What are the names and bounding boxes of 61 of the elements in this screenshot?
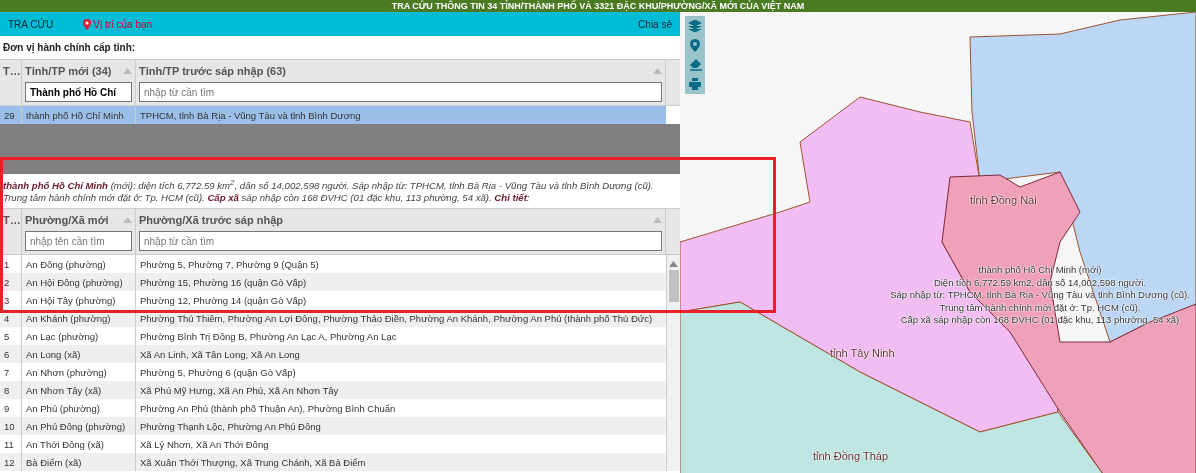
- scroll-thumb[interactable]: [668, 270, 679, 303]
- filter-field[interactable]: nhập tên cần tìm: [25, 231, 132, 252]
- table-cell: 6: [0, 345, 22, 364]
- map-region-label: tỉnh Tây Ninh: [830, 347, 895, 359]
- section-label: Đơn vị hành chính cấp tỉnh:: [2, 41, 137, 56]
- table-cell-text: Xã An Linh, Xã Tân Long, Xã An Long: [139, 347, 301, 362]
- table-cell-text: Phường 12, Phường 14 (quận Gò Vấp): [139, 293, 308, 308]
- scroll-up-icon[interactable]: [669, 261, 678, 268]
- table-cell: An Hội Đông (phường): [22, 273, 136, 292]
- column-header[interactable]: Phường/Xã trước sáp nhập: [139, 214, 284, 227]
- table-cell: An Phú Đông (phường): [22, 417, 136, 436]
- table-cell-text: Phường Thủ Thiêm, Phường An Lợi Đông, Phường Thảo Điền, Phường An Khánh, Phường An Phú (thành phố Thủ Đức): [139, 311, 654, 326]
- table-row[interactable]: 10 An Phú Đông (phường) Phường Thạnh Lộc, Phường An Phú Đông: [0, 417, 666, 436]
- table-cell-text: Phường 5, Phường 6 (quận Gò Vấp): [139, 365, 297, 380]
- map-popup-line: Trung tâm hành chính mới đặt ở: Tp. HCM (cũ).: [939, 301, 1141, 314]
- table-cell: 2: [0, 273, 22, 292]
- table-row[interactable]: 29 thành phố Hồ Chí Minh TPHCM, tỉnh Bà Rịa - Vũng Tàu và tỉnh Bình Dương: [0, 106, 666, 124]
- table-cell-text: Phường 15, Phường 16 (quận Gò Vấp): [139, 275, 308, 290]
- print-icon[interactable]: [689, 78, 701, 90]
- app-title: TRA CỨU THÔNG TIN 34 TỈNH/THÀNH PHỐ VÀ 3321 ĐẶC KHU/PHƯỜNG/XÃ MỚI CỦA VIỆT NAM: [391, 0, 805, 12]
- eraser-icon[interactable]: [688, 59, 702, 71]
- search-tab[interactable]: TRA CỨU: [8, 18, 54, 30]
- table-row[interactable]: 6 An Long (xã) Xã An Linh, Xã Tân Long, Xã An Long: [0, 345, 666, 364]
- map-region-label: tỉnh Đồng Tháp: [813, 450, 889, 462]
- map-pin-icon: [83, 18, 92, 30]
- table-cell-text: Phường 5, Phường 7, Phường 9 (Quận 5): [139, 257, 320, 272]
- table-cell: 10: [0, 417, 22, 436]
- map-region-label: tỉnh Đồng Nai: [970, 194, 1037, 206]
- filter-field[interactable]: nhập từ cần tìm: [139, 82, 662, 102]
- share-link[interactable]: Chia sẻ: [638, 18, 672, 30]
- table-cell: 4: [0, 309, 22, 328]
- column-header[interactable]: T…: [3, 65, 21, 77]
- table-cell: thành phố Hồ Chí Minh: [22, 106, 136, 124]
- table-cell-text: TPHCM, tỉnh Bà Rịa - Vũng Tàu và tỉnh Bình Dương: [139, 108, 362, 123]
- table-cell: 12: [0, 453, 22, 472]
- layers-icon[interactable]: [689, 20, 701, 32]
- map-drawing[interactable]: [680, 12, 1196, 473]
- table-cell: 29: [0, 106, 22, 124]
- filter-field[interactable]: nhập từ cần tìm: [139, 231, 662, 252]
- table-cell-text: Xã Phú Mỹ Hưng, Xã An Phú, Xã An Nhơn Tây: [139, 383, 340, 398]
- map-pin-icon[interactable]: [690, 39, 700, 52]
- table-cell: Bà Điểm (xã): [22, 453, 136, 472]
- table-cell: An Long (xã): [22, 345, 136, 364]
- table-cell-text: Phường An Phú (thành phố Thuận An), Phường Bình Chuẩn: [139, 401, 397, 416]
- table-cell-text: Phường Thạnh Lộc, Phường An Phú Đông: [139, 419, 322, 434]
- table-cell-text: Phường Bình Trị Đông B, Phường An Lạc A, Phường An Lạc: [139, 329, 398, 344]
- table-row[interactable]: 12 Bà Điểm (xã) Xã Xuân Thới Thượng, Xã Trung Chánh, Xã Bà Điểm: [0, 453, 666, 472]
- column-header[interactable]: T…: [3, 214, 21, 227]
- table-cell: An Nhơn Tây (xã): [22, 381, 136, 400]
- table-row[interactable]: 2 An Hội Đông (phường) Phường 15, Phường 16 (quận Gò Vấp): [0, 273, 666, 292]
- filter-field[interactable]: Thành phố Hồ Chí: [25, 82, 132, 102]
- column-header[interactable]: Tỉnh/TP trước sáp nhập (63): [139, 65, 286, 77]
- column-header[interactable]: Phường/Xã mới: [25, 214, 109, 227]
- table-cell-text: Xã Xuân Thới Thượng, Xã Trung Chánh, Xã Bà Điểm: [139, 455, 367, 470]
- column-header[interactable]: Tỉnh/TP mới (34): [25, 65, 112, 77]
- table-cell: 8: [0, 381, 22, 400]
- scrollbar[interactable]: [666, 255, 680, 472]
- table-row[interactable]: 8 An Nhơn Tây (xã) Xã Phú Mỹ Hưng, Xã An Phú, Xã An Nhơn Tây: [0, 381, 666, 400]
- info-paragraph: thành phố Hồ Chí Minh (mới): diện tích 6,772.59 km$^{2}$, dân số 14,002,598 người. Sáp nhập từ: TPHCM, tỉnh Bà Rịa - Vũng Tàu và tỉnh Bình Dương (cũ). Trung tâm hành chính mới đặt ở: Tp. HCM (cũ). Cấp xã sáp nhập còn 168 ĐVHC (01 đặc khu, 113 phường, 54 xã). Chi tiết:: [2, 177, 655, 206]
- table-cell-text: Xã Lý Nhơn, Xã An Thới Đông: [139, 437, 270, 452]
- table-cell: An Khánh (phường): [22, 309, 136, 328]
